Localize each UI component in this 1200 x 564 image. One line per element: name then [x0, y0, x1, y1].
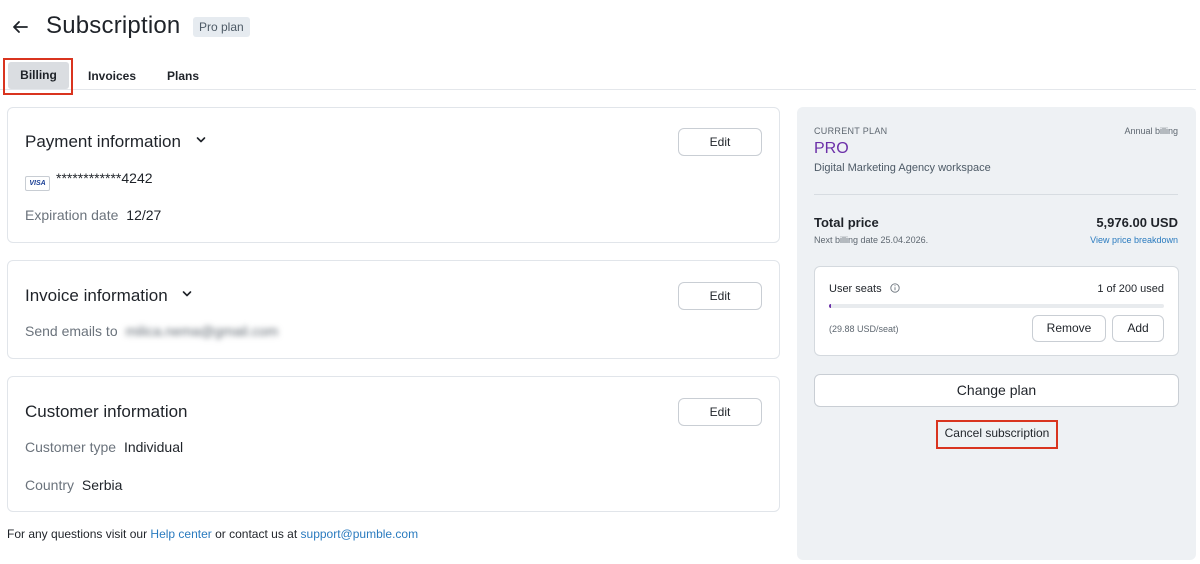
customer-information-card: Customer information Edit Customer type …: [7, 376, 780, 512]
customer-edit-button[interactable]: Edit: [678, 398, 762, 426]
total-price-label: Total price: [814, 215, 879, 230]
footer-middle: or contact us at: [215, 527, 298, 541]
help-center-link[interactable]: Help center: [150, 527, 211, 541]
change-plan-button[interactable]: Change plan: [814, 374, 1179, 407]
page-header: Subscription Pro plan: [0, 0, 1200, 54]
chevron-down-icon: [196, 137, 205, 143]
total-price-value: 5,976.00 USD: [1096, 215, 1178, 230]
seats-used-count: 1 of 200 used: [1097, 283, 1164, 295]
chevron-down-icon: [183, 291, 192, 297]
invoice-information-card: Invoice information Edit Send emails to …: [7, 260, 780, 359]
payment-information-title: Payment information: [25, 132, 181, 151]
seats-progress-bar: [829, 304, 1164, 308]
cancel-subscription-highlight: Cancel subscription: [936, 420, 1058, 449]
country-row: Country Serbia: [25, 477, 122, 493]
tab-bar: Billing Invoices Plans: [0, 58, 1196, 95]
country-value: Serbia: [81, 477, 123, 493]
divider: [814, 194, 1178, 195]
invoice-information-header[interactable]: Invoice information: [25, 286, 192, 306]
payment-edit-button[interactable]: Edit: [678, 128, 762, 156]
help-footer: For any questions visit our Help center …: [7, 527, 418, 541]
payment-information-card: Payment information Edit VISA ***********…: [7, 107, 780, 243]
invoice-edit-button[interactable]: Edit: [678, 282, 762, 310]
customer-type-row: Customer type Individual: [25, 439, 183, 455]
tab-invoices[interactable]: Invoices: [88, 58, 136, 90]
payment-information-header[interactable]: Payment information: [25, 132, 206, 152]
info-icon[interactable]: [889, 283, 900, 293]
plan-name: PRO: [814, 140, 849, 157]
view-price-breakdown-link[interactable]: View price breakdown: [1090, 235, 1178, 245]
workspace-name: Digital Marketing Agency workspace: [814, 162, 991, 174]
customer-type-value: Individual: [123, 439, 184, 455]
support-email-link[interactable]: support@pumble.com: [301, 527, 419, 541]
expiration-value: 12/27: [126, 207, 162, 223]
remove-seat-button[interactable]: Remove: [1032, 315, 1106, 342]
current-plan-panel: CURRENT PLAN Annual billing PRO Digital …: [797, 107, 1196, 560]
user-seats-box: User seats 1 of 200 used (29.88 USD/seat…: [814, 266, 1179, 356]
page-title: Subscription: [46, 12, 181, 39]
tab-billing[interactable]: Billing: [8, 62, 69, 89]
expiration-row: Expiration date 12/27: [25, 207, 161, 223]
customer-information-title: Customer information: [25, 402, 188, 421]
next-billing-date: Next billing date 25.04.2026.: [814, 235, 929, 245]
footer-prefix: For any questions visit our: [7, 527, 148, 541]
visa-card-icon: VISA: [25, 176, 50, 191]
back-arrow-icon[interactable]: [10, 17, 30, 37]
send-emails-label: Send emails to: [25, 323, 118, 339]
invoice-information-title: Invoice information: [25, 286, 168, 305]
user-seats-label-row: User seats: [829, 283, 900, 295]
price-per-seat: (29.88 USD/seat): [829, 324, 899, 334]
tab-plans[interactable]: Plans: [167, 58, 199, 90]
seats-progress-fill: [829, 304, 831, 308]
plan-badge: Pro plan: [193, 17, 250, 37]
card-number-row: VISA ************4242: [25, 170, 153, 191]
cancel-subscription-button[interactable]: Cancel subscription: [938, 422, 1056, 447]
billing-mode: Annual billing: [1124, 126, 1178, 136]
send-emails-row: Send emails to milica.nema@gmail.com: [25, 323, 278, 339]
current-plan-label: CURRENT PLAN: [814, 126, 888, 136]
email-address: milica.nema@gmail.com: [125, 323, 279, 339]
country-label: Country: [25, 477, 75, 493]
add-seat-button[interactable]: Add: [1112, 315, 1164, 342]
customer-type-label: Customer type: [25, 439, 117, 455]
expiration-label: Expiration date: [25, 207, 119, 223]
user-seats-label: User seats: [829, 283, 882, 295]
card-number: ************4242: [56, 170, 153, 186]
